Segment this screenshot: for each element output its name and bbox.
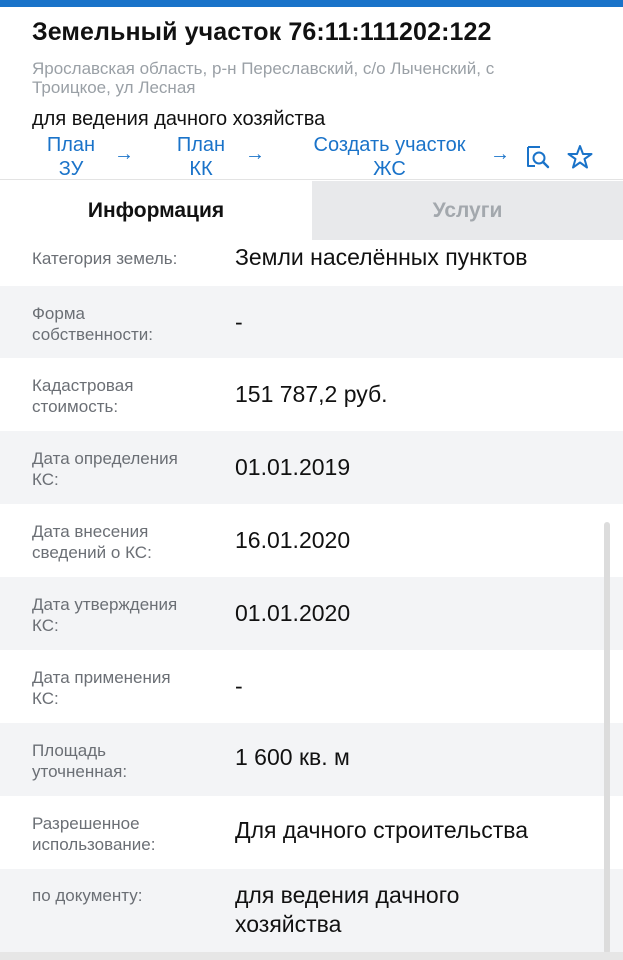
address-line-2: Троицкое, ул Лесная xyxy=(32,78,196,97)
row-label-line1: по документу: xyxy=(32,886,143,905)
plan-zu-link-line2: ЗУ xyxy=(58,158,84,180)
plan-kk-link[interactable]: План КК xyxy=(166,133,236,181)
row-label-line2: стоимость: xyxy=(32,397,119,416)
row-label-line2: собственности: xyxy=(32,325,154,344)
row-label-line1: Площадь xyxy=(32,741,107,760)
plan-kk-link-line2: КК xyxy=(189,158,213,180)
row-ownership: Форма собственности: - xyxy=(0,286,623,358)
row-ks-determination-date: Дата определения КС: 01.01.2019 xyxy=(0,431,623,504)
row-label: Дата применения КС: xyxy=(32,667,222,709)
row-value-line1: для ведения дачного xyxy=(235,882,460,908)
address: Ярославская область, р-н Переславский, с… xyxy=(32,59,592,97)
row-value-line1: 151 787,2 руб. xyxy=(235,381,388,407)
bottom-edge xyxy=(0,952,623,960)
row-label: Разрешенное использование: xyxy=(32,813,222,855)
row-label-line1: Форма xyxy=(32,304,85,323)
star-icon[interactable] xyxy=(566,143,594,171)
row-label-line2: КС: xyxy=(32,689,59,708)
row-value-line1: 16.01.2020 xyxy=(235,527,351,553)
row-value: 16.01.2020 xyxy=(235,526,605,555)
row-value-line1: - xyxy=(235,673,243,699)
arrow-right-icon: → xyxy=(490,143,510,165)
arrow-right-icon: → xyxy=(114,143,134,165)
row-value-line1: 1 600 кв. м xyxy=(235,744,350,770)
create-zs-link[interactable]: Создать участок ЖС xyxy=(298,133,481,181)
row-value: 01.01.2019 xyxy=(235,453,605,482)
create-zs-link-line2: ЖС xyxy=(373,158,406,180)
row-permitted-use: Разрешенное использование: Для дачного ст… xyxy=(0,796,623,869)
row-label-line1: Дата определения xyxy=(32,449,178,468)
row-value: Земли населённых пунктов xyxy=(235,243,605,272)
row-value: 01.01.2020 xyxy=(235,599,605,628)
search-document-icon[interactable] xyxy=(523,143,551,171)
plan-zu-link-line1: План xyxy=(46,134,96,156)
row-ks-entry-date: Дата внесения сведений о КС: 16.01.2020 xyxy=(0,504,623,577)
divider xyxy=(0,179,623,180)
row-land-category: Категория земель: Земли населённых пункт… xyxy=(0,240,623,286)
row-label-line1: Категория земель: xyxy=(32,249,178,268)
row-label-line1: Дата утверждения xyxy=(32,595,178,614)
row-ks-application-date: Дата применения КС: - xyxy=(0,650,623,723)
row-cadastral-value: Кадастровая стоимость: 151 787,2 руб. xyxy=(0,358,623,431)
plan-zu-link[interactable]: План ЗУ xyxy=(38,133,104,181)
row-label: Площадь уточненная: xyxy=(32,740,222,782)
row-value-line1: 01.01.2019 xyxy=(235,454,351,480)
address-line-1: Ярославская область, р-н Переславский, с… xyxy=(32,59,495,78)
row-ks-approval-date: Дата утверждения КС: 01.01.2020 xyxy=(0,577,623,650)
create-zs-link-line1: Создать участок xyxy=(313,134,466,156)
row-label-line1: Кадастровая xyxy=(32,376,134,395)
tab-bar: Информация Услуги xyxy=(0,181,623,240)
row-label: Кадастровая стоимость: xyxy=(32,375,222,417)
row-value: 151 787,2 руб. xyxy=(235,380,605,409)
top-accent-bar xyxy=(0,0,623,7)
tab-services[interactable]: Услуги xyxy=(312,181,623,240)
row-label: Дата утверждения КС: xyxy=(32,594,222,636)
row-value: - xyxy=(235,672,605,701)
row-label-line2: КС: xyxy=(32,616,59,635)
row-label: по документу: xyxy=(32,885,222,906)
row-area: Площадь уточненная: 1 600 кв. м xyxy=(0,723,623,796)
scrollbar[interactable] xyxy=(604,522,610,954)
row-value-line1: Земли населённых пунктов xyxy=(235,244,528,270)
row-label-line1: Дата внесения xyxy=(32,522,149,541)
row-value-line1: Для дачного строительства xyxy=(235,817,529,843)
row-value-line2: хозяйства xyxy=(235,911,342,937)
row-value: Для дачного строительства xyxy=(235,816,605,845)
row-label-line1: Дата применения xyxy=(32,668,171,687)
page-title: Земельный участок 76:11:111202:122 xyxy=(32,18,492,46)
row-label-line2: уточненная: xyxy=(32,762,128,781)
row-label: Дата внесения сведений о КС: xyxy=(32,521,222,563)
row-value-line1: - xyxy=(235,309,243,335)
row-label-line2: КС: xyxy=(32,470,59,489)
row-label: Форма собственности: xyxy=(32,303,222,345)
row-value-line1: 01.01.2020 xyxy=(235,600,351,626)
row-label: Категория земель: xyxy=(32,248,222,269)
row-by-document: по документу: для ведения дачного хозяйст… xyxy=(0,869,623,952)
row-value: для ведения дачного хозяйства xyxy=(235,881,605,939)
row-label: Дата определения КС: xyxy=(32,448,222,490)
purpose-text: для ведения дачного хозяйства xyxy=(32,108,326,130)
row-value: - xyxy=(235,308,605,337)
row-value: 1 600 кв. м xyxy=(235,743,605,772)
row-label-line2: сведений о КС: xyxy=(32,543,152,562)
arrow-right-icon: → xyxy=(245,143,265,165)
tab-info[interactable]: Информация xyxy=(0,181,312,240)
row-label-line1: Разрешенное xyxy=(32,814,140,833)
plan-kk-link-line1: План xyxy=(176,134,226,156)
row-label-line2: использование: xyxy=(32,835,156,854)
